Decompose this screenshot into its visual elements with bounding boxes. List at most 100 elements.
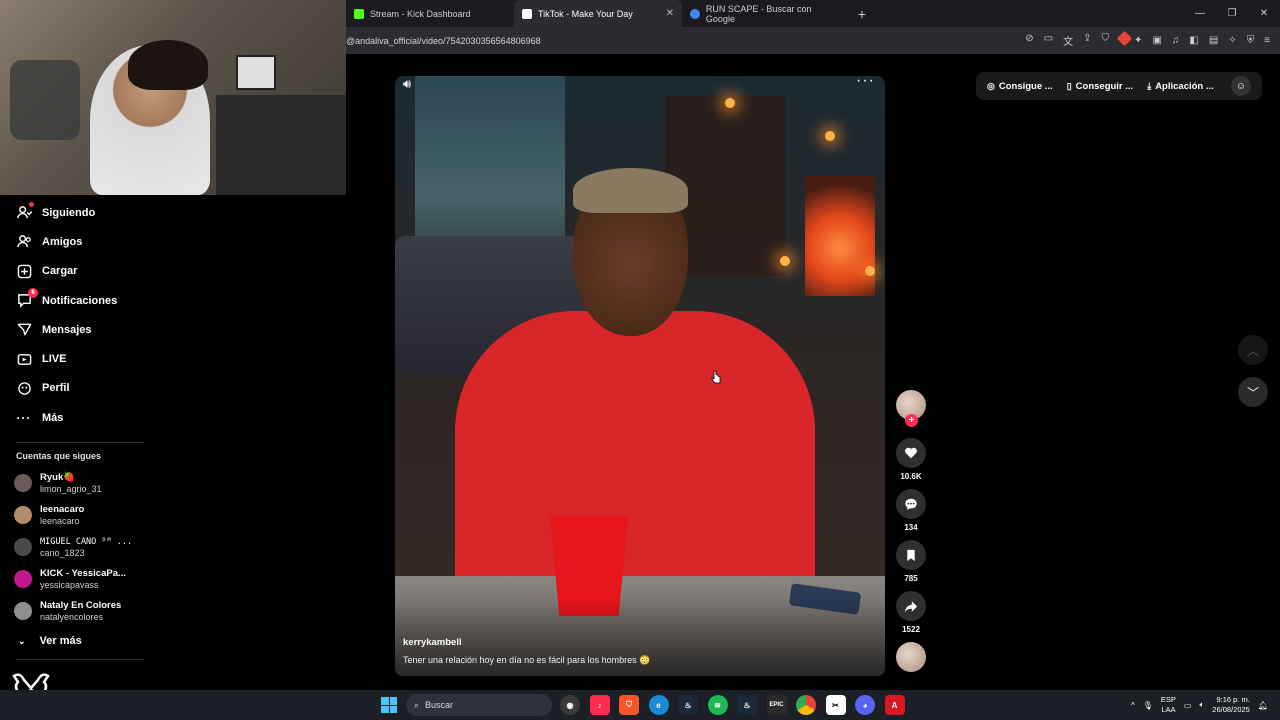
- screenshot-icon[interactable]: ▣: [1152, 35, 1161, 46]
- video-bg-candle: [780, 256, 790, 266]
- share-arrow-icon: [904, 600, 918, 612]
- clock[interactable]: 9:16 p. m. 26/08/2025: [1212, 695, 1250, 715]
- video-bg-candle: [725, 98, 735, 108]
- follow-plus-icon[interactable]: +: [905, 414, 918, 427]
- user-avatar-icon[interactable]: ☺: [1230, 76, 1251, 96]
- tiktok-app-icon[interactable]: ♪: [589, 695, 610, 715]
- spotify-icon[interactable]: ≋: [707, 695, 728, 715]
- tab-kick-dashboard[interactable]: Stream - Kick Dashboard: [346, 0, 514, 27]
- extensions-icon[interactable]: ✦: [1134, 35, 1142, 46]
- sidebar-item-profile[interactable]: Perfil: [0, 374, 160, 403]
- video-actions: + 10.6K 134 785 1522: [896, 390, 928, 672]
- brave-shield-icon[interactable]: ⛉: [1102, 33, 1110, 48]
- language-indicator[interactable]: ESP LAA: [1161, 695, 1176, 715]
- desktop-app-button[interactable]: ⤓ Aplicación ...: [1142, 81, 1219, 92]
- comment-button[interactable]: [896, 489, 926, 519]
- video-player[interactable]: 🔊︎ ··· kerrykambell Tener una relación h…: [395, 76, 885, 676]
- sidebar-item-upload[interactable]: Cargar: [0, 257, 160, 286]
- followed-account-item[interactable]: leenacaro leenacaro: [0, 499, 160, 531]
- save-button[interactable]: [896, 540, 926, 570]
- brave-rewards-icon[interactable]: [1116, 30, 1133, 48]
- mouse-cursor-icon: [711, 370, 721, 384]
- cast-icon[interactable]: ▭: [1044, 33, 1053, 48]
- network-icon[interactable]: ▭: [1184, 701, 1192, 710]
- toolbar-icons: ✦ ▣ ♫ ◧ ▤ ✧ ⛨ ≡: [1134, 35, 1270, 46]
- sidebar-item-following[interactable]: Siguiendo: [0, 198, 160, 227]
- browser-tab-bar: Stream - Kick Dashboard TikTok - Make Yo…: [346, 0, 1280, 27]
- leo-ai-icon[interactable]: ✧: [1228, 35, 1236, 46]
- like-button[interactable]: [896, 438, 926, 468]
- notification-bell-icon[interactable]: 🔔︎: [1258, 701, 1268, 710]
- capcut-icon[interactable]: ✂: [825, 695, 846, 715]
- microphone-icon[interactable]: 🎙︎: [1143, 701, 1153, 710]
- tiktok-favicon-icon: [522, 8, 532, 19]
- close-window-icon[interactable]: ✕: [1248, 0, 1280, 27]
- speaker-icon[interactable]: 🔈︎: [1199, 700, 1204, 710]
- adobe-icon[interactable]: A: [884, 695, 905, 715]
- minimize-icon[interactable]: —: [1184, 0, 1216, 27]
- profile-icon: [16, 380, 32, 396]
- restore-icon[interactable]: ❐: [1216, 0, 1248, 27]
- kick-favicon-icon: [354, 8, 364, 19]
- windows-start-icon[interactable]: [381, 697, 397, 713]
- brave-browser-icon[interactable]: ⛉: [619, 695, 639, 715]
- account-handle: natalyencolores: [40, 611, 104, 622]
- close-tab-icon[interactable]: ✕: [666, 8, 674, 19]
- bookmark-icon: [907, 549, 915, 561]
- creator-avatar[interactable]: +: [896, 390, 926, 427]
- followed-account-item[interactable]: MIGUEL CANO ᴰᴹ ... cano_1823: [0, 531, 160, 563]
- address-bar: @andaliva_official/video/754203035656480…: [346, 27, 1280, 54]
- tab-tiktok[interactable]: TikTok - Make Your Day ✕: [514, 0, 682, 27]
- see-more-button[interactable]: ⌄ Ver más: [0, 629, 160, 653]
- wallet-icon[interactable]: ▤: [1209, 35, 1218, 46]
- taskbar-search[interactable]: ⌕ Buscar: [406, 694, 552, 716]
- sidebar-item-live[interactable]: LIVE: [0, 344, 160, 373]
- following-icon: [16, 205, 32, 221]
- tab-google-search[interactable]: RUN SCAPE - Buscar con Google: [682, 0, 850, 27]
- followed-account-item[interactable]: KICK - YessicaPa... yessicapavass: [0, 563, 160, 595]
- no-camera-icon[interactable]: ⊘: [1025, 33, 1033, 48]
- edge-icon[interactable]: e: [648, 695, 669, 715]
- share-count: 1522: [902, 625, 920, 634]
- url-text[interactable]: @andaliva_official/video/754203035656480…: [346, 36, 541, 46]
- sidebar-toggle-icon[interactable]: ◧: [1189, 35, 1198, 46]
- steam-icon[interactable]: ♨: [678, 695, 698, 715]
- translate-icon[interactable]: 文: [1063, 33, 1073, 48]
- chrome-icon[interactable]: [796, 695, 816, 715]
- like-count: 10.6K: [900, 472, 922, 481]
- avatar: [14, 602, 32, 621]
- get-app-button[interactable]: ▯ Conseguir ...: [1062, 81, 1139, 92]
- volume-icon[interactable]: 🔊︎: [403, 76, 411, 92]
- upload-icon: [16, 263, 32, 279]
- video-author[interactable]: kerrykambell: [403, 637, 462, 648]
- chevron-up-icon[interactable]: ^: [1131, 701, 1135, 710]
- sidebar-item-friends[interactable]: Amigos: [0, 227, 160, 256]
- media-icon[interactable]: ♫: [1172, 35, 1180, 46]
- sidebar-item-notifications[interactable]: 8 Notificaciones: [0, 286, 160, 315]
- vpn-icon[interactable]: ⛨: [1247, 35, 1255, 46]
- chevron-down-icon: ⌄: [18, 635, 26, 646]
- share-button[interactable]: [896, 591, 926, 621]
- windows-taskbar: ⌕ Buscar ◉ ♪ ⛉ e ♨ ≋ ♨ EPIC ✂ ◕ A ^ 🎙︎ E…: [0, 690, 1280, 720]
- previous-video-button[interactable]: ︿: [1238, 335, 1268, 365]
- sidebar-item-messages[interactable]: Mensajes: [0, 315, 160, 344]
- obs-icon[interactable]: ◉: [560, 695, 580, 715]
- followed-account-item[interactable]: Ryuk🍓 limon_agrio_31: [0, 467, 160, 499]
- sound-disc-avatar[interactable]: [896, 642, 926, 672]
- epic-games-icon[interactable]: EPIC: [766, 695, 787, 715]
- tab-title: TikTok - Make Your Day: [538, 8, 633, 19]
- share-icon[interactable]: ⇪: [1083, 33, 1091, 48]
- video-bg-candle: [865, 266, 875, 276]
- webcam-monitor: [236, 55, 276, 90]
- get-coins-button[interactable]: ◎ Consigue ...: [982, 81, 1058, 92]
- discord-icon[interactable]: ◕: [855, 695, 875, 715]
- taskbar-apps: ◉ ♪ ⛉ e ♨ ≋ ♨ EPIC ✂ ◕ A: [560, 695, 905, 715]
- messages-icon: [16, 322, 32, 338]
- menu-icon[interactable]: ≡: [1264, 35, 1270, 46]
- next-video-button[interactable]: ﹀: [1238, 377, 1268, 407]
- steam-alt-icon[interactable]: ♨: [737, 695, 757, 715]
- followed-account-item[interactable]: Nataly En Colores natalyencolores: [0, 595, 160, 627]
- more-options-icon[interactable]: ···: [856, 76, 875, 90]
- new-tab-button[interactable]: +: [850, 6, 874, 22]
- sidebar-item-more[interactable]: ··· Más: [0, 403, 160, 432]
